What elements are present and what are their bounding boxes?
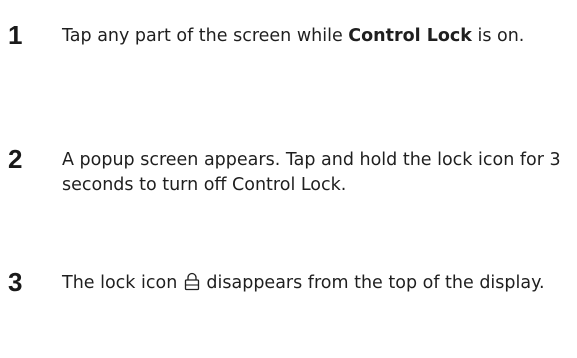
step-instruction: The lock icon disappears from the top of… (62, 271, 577, 296)
step-instruction: A popup screen appears. Tap and hold the… (62, 150, 561, 195)
step-text-after: disappears from the top of the display. (200, 273, 545, 293)
step-number: 1 (8, 20, 23, 50)
step-3: 3 The lock icon disappears from the top … (0, 267, 577, 327)
step-text-before: The lock icon (62, 273, 183, 293)
step-2: 2 A popup screen appears. Tap and hold t… (0, 144, 577, 234)
step-text-before: Tap any part of the screen while (62, 26, 349, 46)
step-instruction: Tap any part of the screen while Control… (62, 24, 577, 49)
step-text-after: is on. (471, 26, 525, 46)
step-number: 3 (8, 267, 23, 297)
lock-icon (184, 272, 199, 291)
step-1: 1 Tap any part of the screen while Contr… (0, 20, 577, 80)
control-lock-term: Control Lock (348, 26, 472, 46)
step-number: 2 (8, 144, 23, 174)
